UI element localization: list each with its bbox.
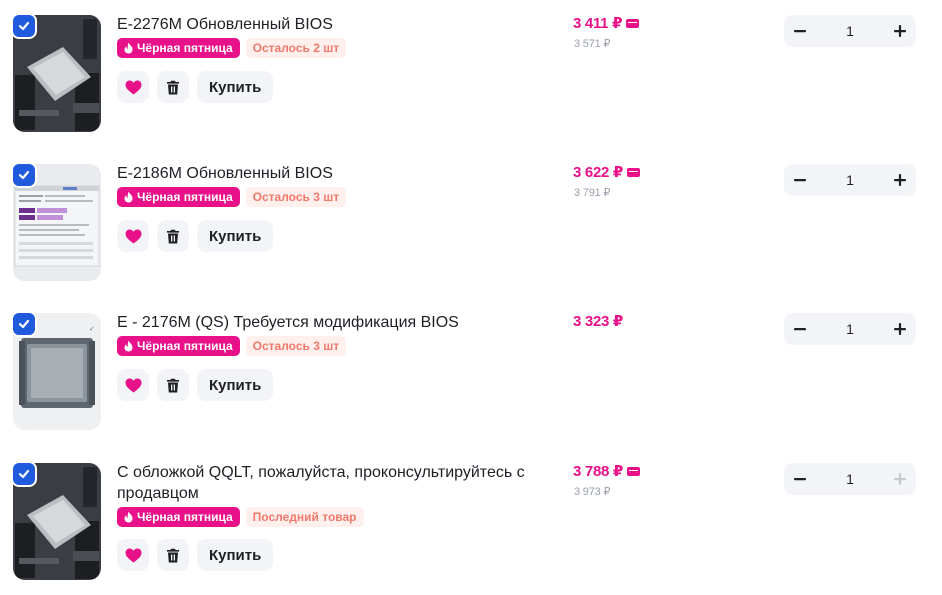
heart-icon [125,378,141,392]
delete-button[interactable] [157,220,189,252]
price-value: 3 411 ₽ [573,15,623,32]
wallet-card-icon [626,18,640,28]
heart-icon [125,548,141,562]
plus-icon [894,25,906,37]
black-friday-badge: Чёрная пятница [117,507,240,527]
select-checkbox[interactable] [13,463,35,485]
buy-button[interactable]: Купить [197,220,274,252]
svg-text:✓: ✓ [89,325,95,333]
quantity-value: 1 [846,23,854,39]
increase-button[interactable] [891,320,909,338]
trash-icon [167,80,179,94]
plus-icon [894,473,906,485]
quantity-value: 1 [846,471,854,487]
product-title[interactable]: E-2186M Обновленный BIOS [117,163,547,184]
flame-icon [124,42,133,54]
delete-button[interactable] [157,369,189,401]
plus-icon [894,174,906,186]
decrease-button[interactable] [791,22,809,40]
black-friday-badge: Чёрная пятница [117,38,240,58]
favorite-button[interactable] [117,369,149,401]
price-value: 3 788 ₽ [573,463,624,480]
flame-icon [124,191,133,203]
quantity-stepper: 1 [784,313,916,345]
black-friday-label: Чёрная пятница [137,41,233,55]
stock-badge: Осталось 3 шт [245,336,347,356]
quantity-value: 1 [846,172,854,188]
select-checkbox[interactable] [13,15,35,37]
favorite-button[interactable] [117,539,149,571]
cart-item: ✓ E - 2176M (QS) Требуется модификация B… [0,298,942,448]
increase-button-disabled[interactable] [891,470,909,488]
buy-button[interactable]: Купить [197,369,274,401]
cart-item: E-2186M Обновленный BIOS Чёрная пятница … [0,149,942,299]
black-friday-label: Чёрная пятница [137,190,233,204]
product-title[interactable]: E-2276M Обновленный BIOS [117,14,547,35]
wallet-card-icon [627,466,641,476]
checkmark-icon [18,319,30,329]
quantity-stepper: 1 [784,164,916,196]
minus-icon [794,179,806,182]
minus-icon [794,478,806,481]
checkmark-icon [18,170,30,180]
checkmark-icon [18,469,30,479]
black-friday-label: Чёрная пятница [137,339,233,353]
stock-badge: Последний товар [245,507,364,527]
black-friday-label: Чёрная пятница [137,510,233,524]
increase-button[interactable] [891,22,909,40]
black-friday-badge: Чёрная пятница [117,187,240,207]
stock-badge: Осталось 3 шт [245,187,347,207]
product-title[interactable]: E - 2176M (QS) Требуется модификация BIO… [117,312,547,333]
product-title[interactable]: С обложкой QQLT, пожалуйста, проконсульт… [117,462,547,504]
minus-icon [794,328,806,331]
trash-icon [167,378,179,392]
price: 3 411 ₽ [573,14,640,32]
favorite-button[interactable] [117,71,149,103]
quantity-stepper: 1 [784,15,916,47]
trash-icon [167,229,179,243]
old-price: 3 791 ₽ [574,187,611,199]
plus-icon [894,323,906,335]
old-price: 3 973 ₽ [574,486,611,498]
increase-button[interactable] [891,171,909,189]
cart-item: С обложкой QQLT, пожалуйста, проконсульт… [0,448,942,595]
heart-icon [125,229,141,243]
favorite-button[interactable] [117,220,149,252]
delete-button[interactable] [157,539,189,571]
buy-button[interactable]: Купить [197,71,274,103]
old-price: 3 571 ₽ [574,38,611,50]
select-checkbox[interactable] [13,164,35,186]
quantity-value: 1 [846,321,854,337]
wallet-card-icon [627,167,641,177]
decrease-button[interactable] [791,320,809,338]
delete-button[interactable] [157,71,189,103]
buy-button[interactable]: Купить [197,539,274,571]
cart-item: E-2276M Обновленный BIOS Чёрная пятница … [0,0,942,150]
quantity-stepper: 1 [784,463,916,495]
decrease-button[interactable] [791,470,809,488]
price-value: 3 622 ₽ [573,164,624,181]
price-value: 3 323 ₽ [573,313,624,330]
minus-icon [794,30,806,33]
price: 3 323 ₽ [573,312,623,330]
black-friday-badge: Чёрная пятница [117,336,240,356]
stock-badge: Осталось 2 шт [245,38,347,58]
flame-icon [124,511,133,523]
flame-icon [124,340,133,352]
price: 3 622 ₽ [573,163,641,181]
price: 3 788 ₽ [573,462,641,480]
checkmark-icon [18,21,30,31]
decrease-button[interactable] [791,171,809,189]
heart-icon [125,80,141,94]
select-checkbox[interactable] [13,313,35,335]
trash-icon [167,548,179,562]
